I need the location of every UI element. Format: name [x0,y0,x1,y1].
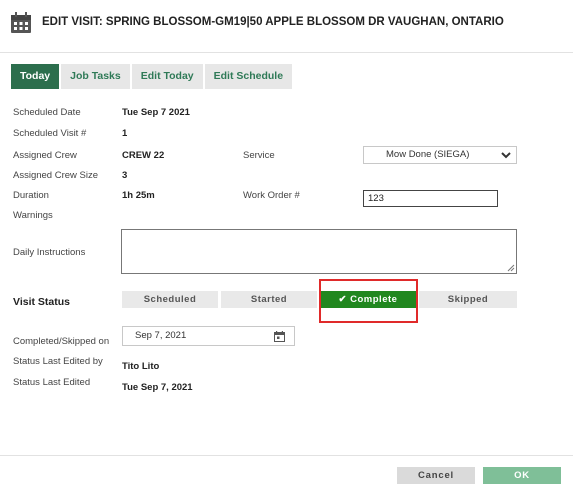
dialog-title: EDIT VISIT: SPRING BLOSSOM-GM19|50 APPLE… [42,16,504,28]
service-selected-value: Mow Done (SIEGA) [386,149,470,160]
daily-instructions-textarea[interactable] [121,229,517,274]
scheduled-visit-value: 1 [122,128,128,139]
cancel-button[interactable]: Cancel [397,467,475,484]
scheduled-visit-label: Scheduled Visit # [13,128,87,139]
chevron-down-icon [501,152,511,159]
tab-edit-today[interactable]: Edit Today [131,64,203,89]
tab-edit-schedule[interactable]: Edit Schedule [204,64,293,89]
completed-on-date-input[interactable]: Sep 7, 2021 [122,326,295,346]
last-edited-value: Tue Sep 7, 2021 [122,382,193,393]
last-edited-by-value: Tito Lito [122,361,160,372]
status-complete-button[interactable]: ✔ Complete [320,291,416,308]
work-order-label: Work Order # [243,190,300,201]
work-order-input[interactable]: 123 [363,190,498,207]
resize-grip-icon[interactable] [507,264,515,272]
date-picker-icon[interactable] [274,331,285,342]
ok-button[interactable]: OK [483,467,561,484]
last-edited-label: Status Last Edited [13,377,91,388]
status-scheduled-button[interactable]: Scheduled [122,291,218,308]
status-started-button[interactable]: Started [221,291,317,308]
calendar-icon [11,12,31,33]
duration-value: 1h 25m [122,190,155,201]
tab-bar: Today Job Tasks Edit Today Edit Schedule [11,64,294,89]
tab-job-tasks[interactable]: Job Tasks [61,64,130,89]
scheduled-date-value: Tue Sep 7 2021 [122,107,190,118]
assigned-crew-value: CREW 22 [122,150,165,161]
last-edited-by-label: Status Last Edited by [13,356,103,367]
service-select[interactable]: Mow Done (SIEGA) [363,146,517,164]
visit-status-label: Visit Status [13,296,70,308]
dialog-header: EDIT VISIT: SPRING BLOSSOM-GM19|50 APPLE… [0,0,573,53]
visit-status-selector: Scheduled Started ✔ Complete Skipped [122,291,517,308]
assigned-crew-size-value: 3 [122,170,128,181]
completed-on-value: Sep 7, 2021 [135,330,187,341]
duration-label: Duration [13,190,49,201]
completed-on-label: Completed/Skipped on [13,336,110,347]
footer-divider [0,455,573,456]
scheduled-date-label: Scheduled Date [13,107,81,118]
assigned-crew-size-label: Assigned Crew Size [13,170,99,181]
warnings-label: Warnings [13,210,53,221]
assigned-crew-label: Assigned Crew [13,150,77,161]
status-skipped-button[interactable]: Skipped [419,291,517,308]
tab-today[interactable]: Today [11,64,60,89]
daily-instructions-label: Daily Instructions [13,247,86,258]
service-label: Service [243,150,275,161]
